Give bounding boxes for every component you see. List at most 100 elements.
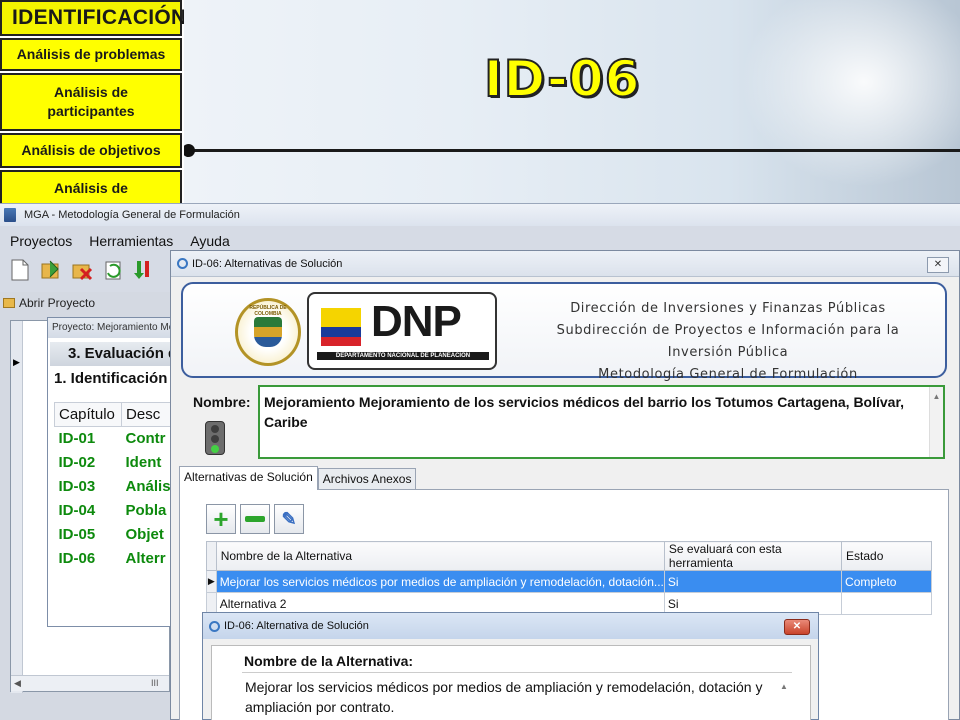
- table-row[interactable]: ID-06 Alterr: [55, 547, 176, 571]
- scroll-left-icon[interactable]: ◀: [14, 678, 21, 689]
- nav-item-analisis-problemas[interactable]: Análisis de problemas: [0, 38, 182, 71]
- dnp-logo-text: DNP: [371, 297, 462, 346]
- chapter-code[interactable]: ID-05: [55, 523, 122, 547]
- alternative-name-label: Nombre de la Alternativa:: [244, 653, 414, 669]
- chapter-description[interactable]: Contr: [122, 427, 176, 451]
- column-header-nombre[interactable]: Nombre de la Alternativa: [215, 541, 665, 571]
- tab-archivos-anexos[interactable]: Archivos Anexos: [317, 468, 417, 490]
- table-row[interactable]: ID-01 Contr: [55, 427, 176, 451]
- column-header-estado[interactable]: Estado: [841, 541, 932, 571]
- table-row[interactable]: ID-04 Pobla: [55, 499, 176, 523]
- nombre-label: Nombre:: [193, 394, 251, 410]
- app-menubar: Proyectos Herramientas Ayuda: [0, 226, 960, 252]
- alternativa-dialog-body: Nombre de la Alternativa: Mejorar los se…: [211, 645, 811, 720]
- open-project-text: Abrir Proyecto: [19, 296, 96, 310]
- banner-divider: [184, 149, 960, 152]
- remove-alternative-button[interactable]: [240, 504, 270, 534]
- minus-icon: [245, 516, 265, 522]
- banner-bullet: [184, 144, 195, 157]
- nav-title-identificacion[interactable]: IDENTIFICACIÓN: [0, 0, 186, 36]
- chapter-description[interactable]: Alterr: [122, 547, 176, 571]
- app-window-title: MGA - Metodología General de Formulación: [24, 209, 240, 221]
- row-header-corner: [206, 541, 217, 571]
- chapter-description[interactable]: Objet: [122, 523, 176, 547]
- nombre-scrollbar[interactable]: ▲▼: [929, 387, 943, 501]
- dnp-header-banner: REPÚBLICA DE COLOMBIA DNP DEPARTAMENTO N…: [181, 282, 947, 382]
- import-icon[interactable]: [132, 257, 156, 283]
- nombre-value: Mejoramiento Mejoramiento de los servici…: [264, 394, 905, 430]
- open-folder-icon[interactable]: [39, 257, 63, 283]
- alternatives-grid: Nombre de la Alternativa Se evaluará con…: [206, 541, 932, 615]
- column-header-descripcion[interactable]: Desc: [121, 402, 176, 427]
- status-cell[interactable]: [841, 592, 932, 615]
- folder-icon: [3, 298, 15, 308]
- chapter-code[interactable]: ID-02: [55, 451, 122, 475]
- dnp-header-lines: Dirección de Inversiones y Finanzas Públ…: [528, 298, 928, 386]
- traffic-light-icon: [205, 421, 225, 457]
- colombia-crest-icon: REPÚBLICA DE COLOMBIA: [235, 298, 301, 366]
- refresh-icon[interactable]: [101, 257, 125, 283]
- chapter-description[interactable]: Anális: [122, 475, 176, 499]
- alternative-name-value: Mejorar los servicios médicos por medios…: [245, 679, 763, 715]
- nombre-field[interactable]: Mejoramiento Mejoramiento de los servici…: [258, 385, 945, 501]
- alternativas-titlebar: ID-06: Alternativas de Solución: [171, 251, 959, 277]
- evaluation-section-header[interactable]: 3. Evaluación d: [50, 342, 176, 366]
- dnp-logo: DNP DEPARTAMENTO NACIONAL DE PLANEACIÓN: [307, 292, 497, 370]
- edit-icon: ✎: [281, 508, 297, 529]
- close-button[interactable]: ✕: [784, 619, 810, 635]
- app-titlebar: MGA - Metodología General de Formulación: [0, 204, 960, 226]
- table-row[interactable]: ID-03 Anális: [55, 475, 176, 499]
- chapter-code[interactable]: ID-03: [55, 475, 122, 499]
- edit-alternative-button[interactable]: ✎: [274, 504, 304, 534]
- close-button[interactable]: ✕: [927, 257, 949, 273]
- menu-proyectos[interactable]: Proyectos: [10, 233, 72, 252]
- tab-alternativas-solucion[interactable]: Alternativas de Solución: [179, 466, 318, 490]
- status-cell[interactable]: Completo: [841, 570, 932, 593]
- menu-herramientas[interactable]: Herramientas: [89, 233, 173, 252]
- chapter-description[interactable]: Ident: [122, 451, 176, 475]
- column-header-capitulo[interactable]: Capítulo: [53, 402, 123, 427]
- alternativa-dialog-title: ID-06: Alternativa de Solución: [224, 620, 369, 632]
- alternative-name-field[interactable]: Mejorar los servicios médicos por medios…: [242, 672, 792, 720]
- nav-item-analisis-de[interactable]: Análisis de: [0, 170, 182, 206]
- window-icon: [209, 620, 220, 632]
- scroll-up-icon[interactable]: ▲: [780, 677, 792, 697]
- table-row[interactable]: ID-02 Ident: [55, 451, 176, 475]
- evaluate-cell[interactable]: Si: [663, 570, 843, 593]
- plus-icon: +: [213, 504, 229, 534]
- tab-strip: Alternativas de Solución Archivos Anexos: [179, 466, 417, 490]
- alternativas-window-title: ID-06: Alternativas de Solución: [192, 257, 343, 270]
- open-project-label[interactable]: Abrir Proyecto: [3, 296, 95, 310]
- banner-photo: [720, 0, 960, 205]
- app-icon: [4, 208, 16, 222]
- slide-navigation: IDENTIFICACIÓN Análisis de problemas Aná…: [0, 0, 186, 206]
- row-header-column: [11, 321, 23, 693]
- crest-text: REPÚBLICA DE COLOMBIA: [249, 305, 287, 317]
- identification-section-header[interactable]: 1. Identificación: [54, 370, 167, 387]
- delete-folder-icon[interactable]: [70, 257, 94, 283]
- column-header-evaluara[interactable]: Se evaluará con esta herramienta: [663, 541, 843, 571]
- dnp-logo-subtitle: DEPARTAMENTO NACIONAL DE PLANEACIÓN: [317, 352, 489, 360]
- add-alternative-button[interactable]: +: [206, 504, 236, 534]
- alternativa-dialog-titlebar: ID-06: Alternativa de Solución: [203, 613, 818, 639]
- crest-shield: [254, 317, 282, 347]
- chapter-description[interactable]: Pobla: [122, 499, 176, 523]
- chapter-code[interactable]: ID-06: [55, 547, 122, 571]
- row-selector-icon: ▶: [13, 357, 20, 367]
- slide-banner: ID-06: [184, 0, 960, 205]
- scroll-thumb-grip[interactable]: III: [151, 678, 159, 688]
- chapter-table: Capítulo Desc ID-01 Contr ID-02 Ident ID-0…: [53, 402, 176, 571]
- chapter-code[interactable]: ID-04: [55, 499, 122, 523]
- nav-item-analisis-objetivos[interactable]: Análisis de objetivos: [0, 133, 182, 168]
- nav-item-analisis-participantes[interactable]: Análisis de participantes: [0, 73, 182, 131]
- header-line-metodologia: Metodología General de Formulación: [598, 367, 858, 382]
- new-file-icon[interactable]: [8, 257, 32, 283]
- horizontal-scrollbar[interactable]: ◀ III: [11, 675, 169, 691]
- alternative-name-cell[interactable]: Mejorar los servicios médicos por medios…: [215, 570, 665, 593]
- table-row[interactable]: ▶ Mejorar los servicios médicos por medi…: [206, 570, 932, 593]
- table-row[interactable]: ID-05 Objet: [55, 523, 176, 547]
- chapter-code[interactable]: ID-01: [55, 427, 122, 451]
- colombia-flag-icon: [321, 308, 361, 346]
- header-line-subdireccion: Subdirección de Proyectos e Información …: [556, 323, 900, 360]
- project-window-title: Proyecto: Mejoramiento Me: [48, 318, 176, 338]
